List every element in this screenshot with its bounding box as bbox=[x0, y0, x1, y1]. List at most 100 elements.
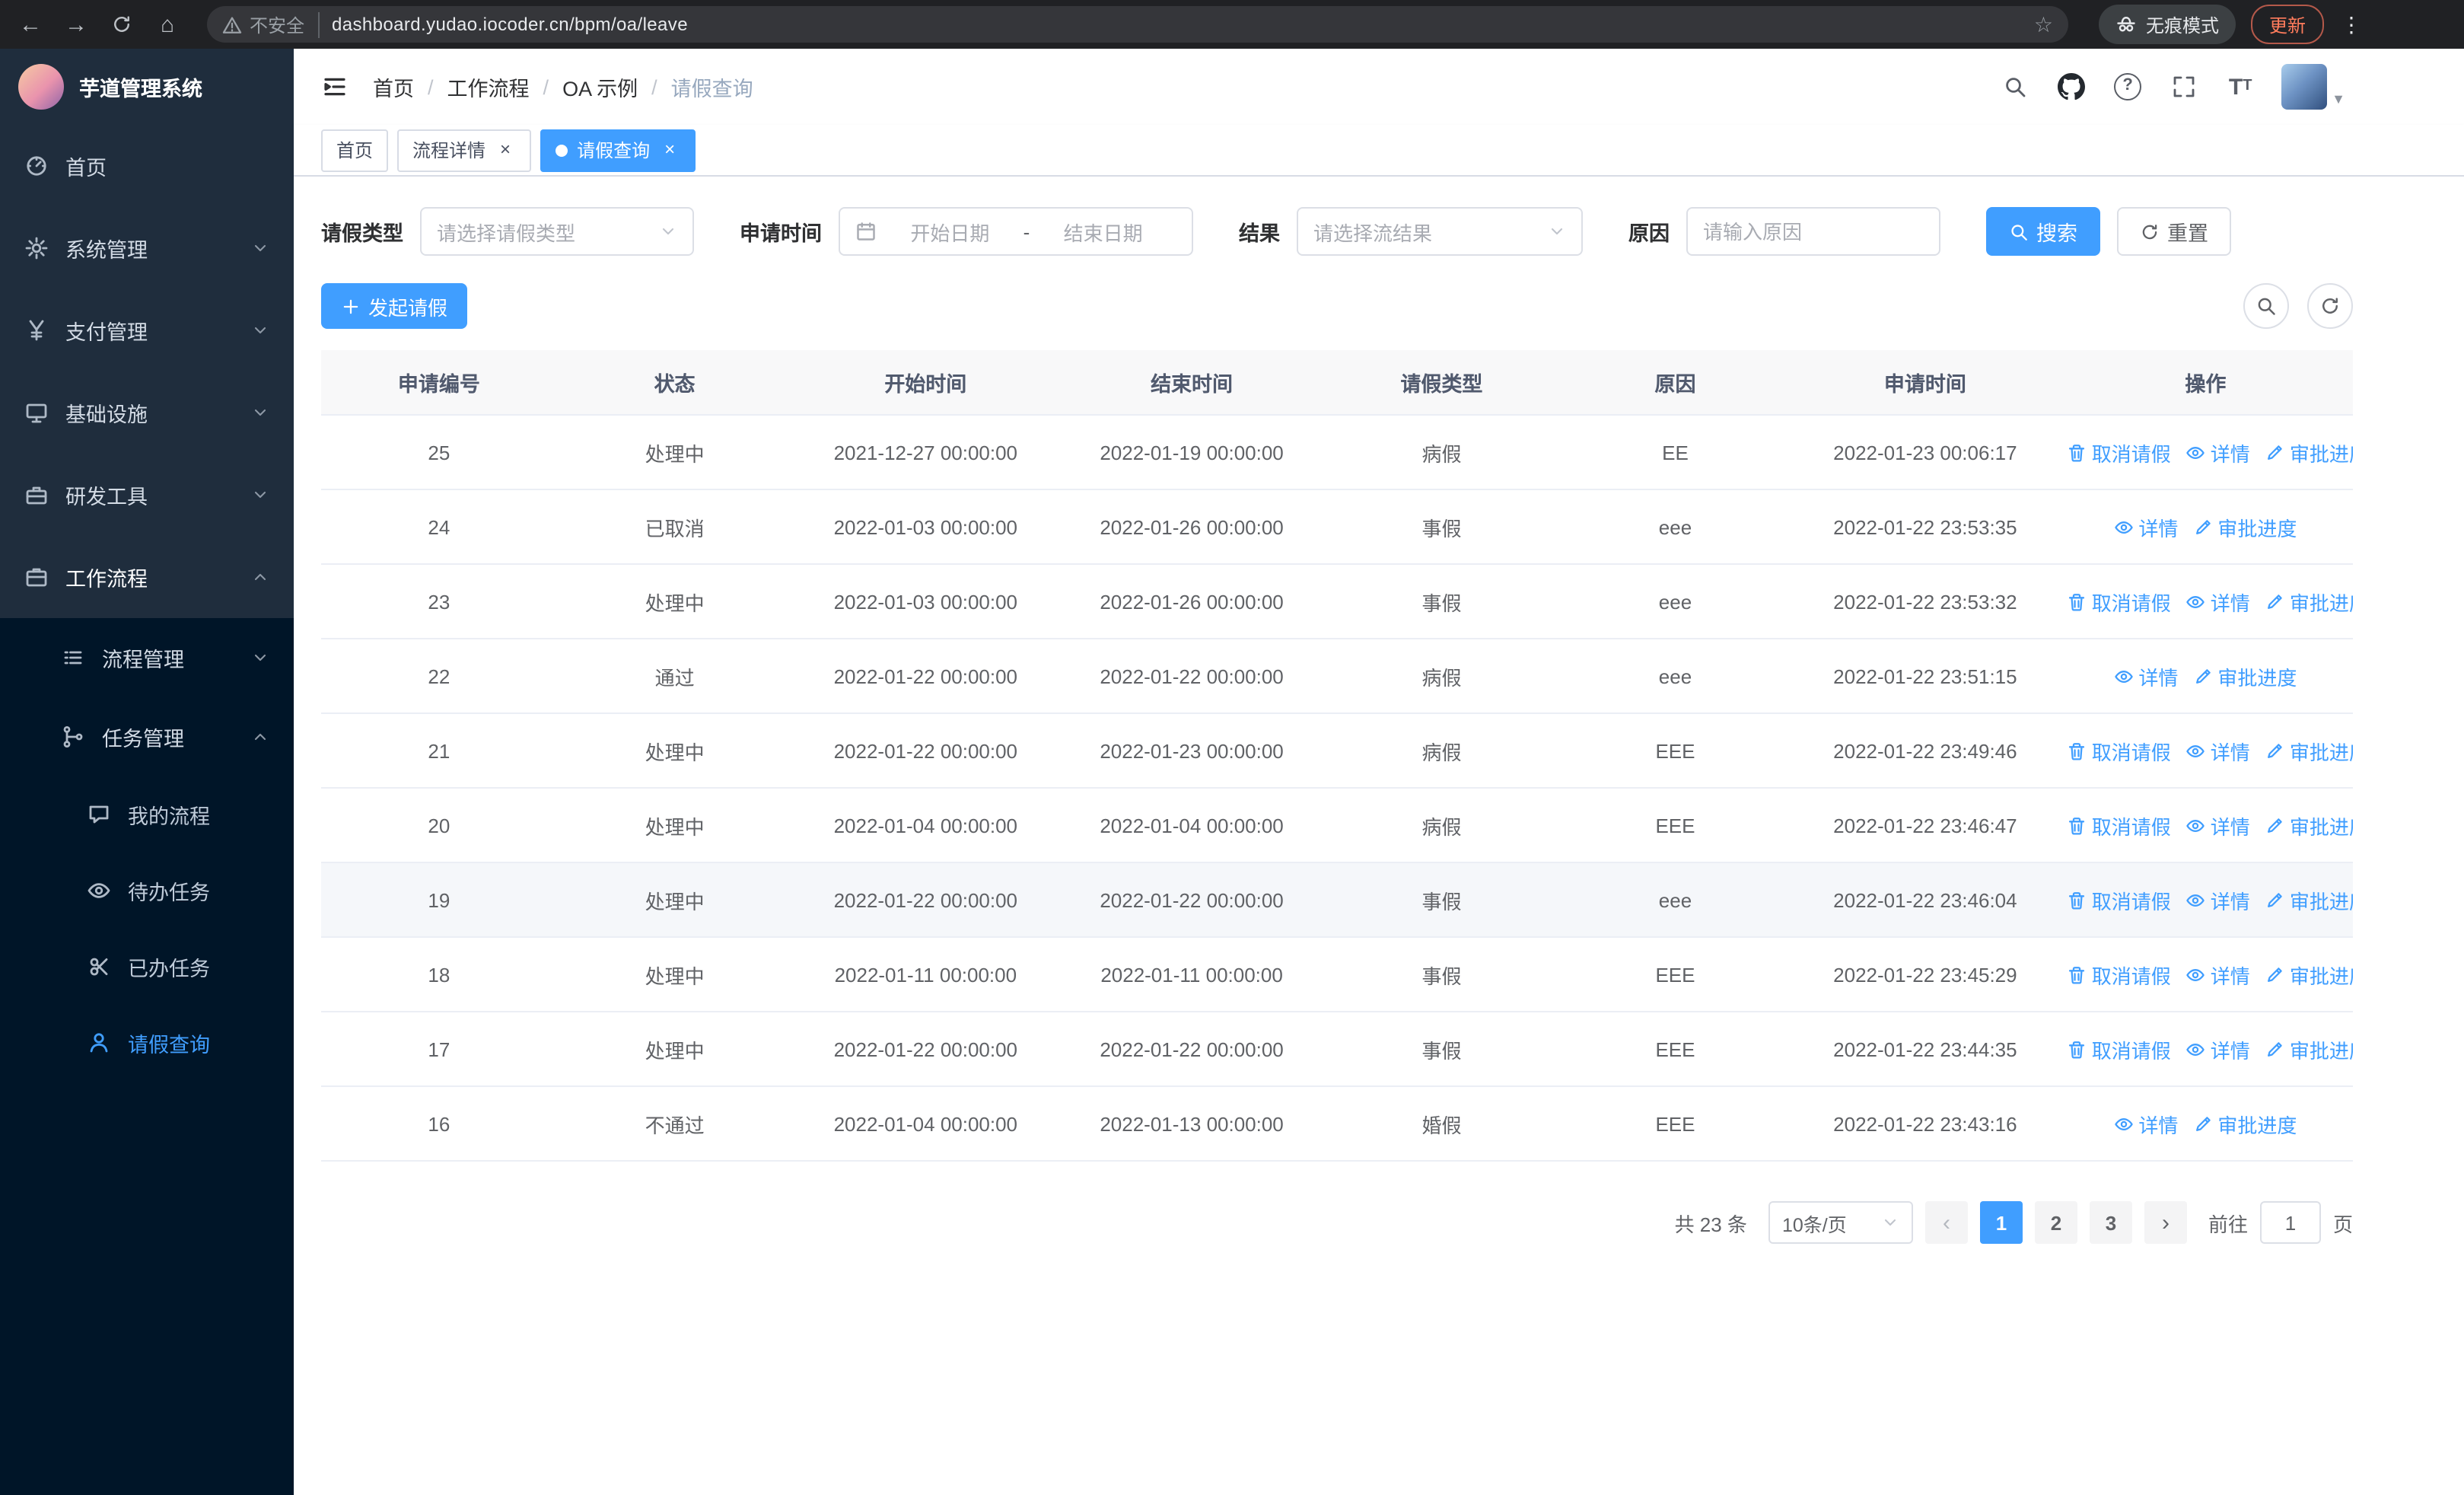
url-text[interactable]: dashboard.yudao.iocoder.cn/bpm/oa/leave bbox=[332, 14, 2022, 35]
sidebar-item-done-tasks[interactable]: 已办任务 bbox=[0, 929, 294, 1005]
close-icon[interactable]: × bbox=[495, 139, 516, 161]
goto-page-input[interactable] bbox=[2259, 1201, 2321, 1244]
approval-progress-link[interactable]: 审批进度 bbox=[2265, 1034, 2353, 1063]
page-button-2[interactable]: 2 bbox=[2034, 1201, 2077, 1244]
reset-button[interactable]: 重置 bbox=[2117, 207, 2231, 256]
search-button[interactable]: 搜索 bbox=[1986, 207, 2100, 256]
close-icon[interactable]: × bbox=[659, 139, 680, 161]
detail-link[interactable]: 详情 bbox=[2186, 736, 2250, 765]
tab-leave-query[interactable]: 请假查询 × bbox=[540, 129, 696, 171]
approval-progress-link[interactable]: 审批进度 bbox=[2265, 438, 2353, 467]
search-icon[interactable] bbox=[2000, 72, 2030, 102]
approval-progress-link[interactable]: 审批进度 bbox=[2265, 885, 2353, 914]
sidebar-item-infra[interactable]: 基础设施 bbox=[0, 371, 294, 454]
yen-icon bbox=[29, 320, 44, 341]
sidebar-item-payment[interactable]: 支付管理 bbox=[0, 289, 294, 371]
row-apply-id: 16 bbox=[321, 1086, 557, 1162]
check-circle-icon bbox=[90, 958, 108, 976]
user-menu[interactable]: ▼ bbox=[2281, 64, 2345, 110]
tab-process-detail[interactable]: 流程详情 × bbox=[397, 129, 532, 171]
detail-link[interactable]: 详情 bbox=[2114, 661, 2178, 690]
cancel-leave-link[interactable]: 取消请假 bbox=[2068, 885, 2171, 914]
page-button-3[interactable]: 3 bbox=[2089, 1201, 2132, 1244]
home-icon[interactable]: ⌂ bbox=[146, 3, 189, 46]
tab-home[interactable]: 首页 bbox=[321, 129, 389, 171]
result-select[interactable]: 请选择流结果 bbox=[1297, 207, 1583, 256]
security-warning-chip[interactable]: 不安全 bbox=[222, 11, 320, 37]
approval-progress-link[interactable]: 审批进度 bbox=[2265, 736, 2353, 765]
cancel-leave-link[interactable]: 取消请假 bbox=[2068, 960, 2171, 989]
kebab-menu-icon[interactable]: ⋮ bbox=[2336, 11, 2367, 37]
breadcrumb-oa[interactable]: OA 示例 bbox=[562, 72, 638, 102]
reason-input[interactable] bbox=[1686, 207, 1940, 256]
approval-progress-link[interactable]: 审批进度 bbox=[2265, 960, 2353, 989]
apply-time-range-picker[interactable]: 开始日期 - 结束日期 bbox=[839, 207, 1193, 256]
help-icon[interactable]: ? bbox=[2112, 72, 2143, 102]
sidebar-toggle-icon[interactable] bbox=[309, 61, 361, 113]
detail-link[interactable]: 详情 bbox=[2186, 1034, 2250, 1063]
monitor-icon bbox=[26, 403, 47, 423]
detail-link[interactable]: 详情 bbox=[2186, 811, 2250, 840]
detail-link[interactable]: 详情 bbox=[2186, 438, 2250, 467]
row-actions: 取消请假详情审批进度 bbox=[2058, 862, 2353, 938]
sidebar-item-todo-tasks[interactable]: 待办任务 bbox=[0, 853, 294, 929]
toggle-search-button[interactable] bbox=[2243, 283, 2289, 329]
detail-link[interactable]: 详情 bbox=[2186, 885, 2250, 914]
leave-type-label: 请假类型 bbox=[321, 222, 403, 245]
row-end-time: 2022-01-22 00:00:00 bbox=[1059, 862, 1325, 938]
prev-page-button[interactable]: ‹ bbox=[1924, 1201, 1968, 1244]
detail-link[interactable]: 详情 bbox=[2114, 1109, 2178, 1138]
create-leave-button[interactable]: 发起请假 bbox=[321, 283, 468, 329]
approval-progress-link[interactable]: 审批进度 bbox=[2265, 811, 2353, 840]
sidebar-item-process-mgmt[interactable]: 流程管理 bbox=[0, 618, 294, 697]
delete-icon bbox=[2069, 817, 2085, 834]
sidebar-item-task-mgmt[interactable]: 任务管理 bbox=[0, 697, 294, 776]
address-bar[interactable]: 不安全 dashboard.yudao.iocoder.cn/bpm/oa/le… bbox=[207, 6, 2068, 43]
sidebar-item-home[interactable]: 首页 bbox=[0, 125, 294, 207]
sidebar-item-leave-query[interactable]: 请假查询 bbox=[0, 1005, 294, 1081]
row-apply-time: 2022-01-22 23:53:32 bbox=[1792, 564, 2058, 639]
github-icon[interactable] bbox=[2056, 72, 2087, 102]
font-size-icon[interactable]: TT bbox=[2225, 72, 2255, 102]
reload-icon[interactable] bbox=[100, 3, 143, 46]
eye-icon bbox=[2115, 670, 2134, 682]
approval-progress-link[interactable]: 审批进度 bbox=[2193, 512, 2297, 541]
approval-progress-link[interactable]: 审批进度 bbox=[2193, 1109, 2297, 1138]
page-size-select[interactable]: 10条/页 bbox=[1768, 1201, 1913, 1244]
breadcrumb-workflow[interactable]: 工作流程 bbox=[447, 72, 530, 102]
app-logo[interactable]: 芋道管理系统 bbox=[0, 49, 294, 125]
detail-link[interactable]: 详情 bbox=[2186, 587, 2250, 616]
leave-type-select[interactable]: 请选择请假类型 bbox=[420, 207, 694, 256]
breadcrumb-home[interactable]: 首页 bbox=[373, 72, 414, 102]
refresh-table-button[interactable] bbox=[2307, 283, 2353, 329]
forward-icon[interactable]: → bbox=[55, 3, 97, 46]
star-icon[interactable]: ☆ bbox=[2034, 11, 2053, 37]
row-reason: eee bbox=[1558, 639, 1792, 714]
update-button[interactable]: 更新 bbox=[2250, 5, 2324, 44]
page-button-1[interactable]: 1 bbox=[1979, 1201, 2023, 1244]
sidebar-item-system[interactable]: 系统管理 bbox=[0, 207, 294, 289]
update-label: 更新 bbox=[2268, 14, 2306, 36]
detail-link[interactable]: 详情 bbox=[2186, 960, 2250, 989]
fullscreen-icon[interactable] bbox=[2169, 72, 2199, 102]
detail-link[interactable]: 详情 bbox=[2114, 512, 2178, 541]
cancel-leave-link[interactable]: 取消请假 bbox=[2068, 811, 2171, 840]
next-page-button[interactable]: › bbox=[2144, 1201, 2187, 1244]
cancel-leave-link[interactable]: 取消请假 bbox=[2068, 438, 2171, 467]
sidebar-item-workflow[interactable]: 工作流程 bbox=[0, 536, 294, 618]
back-icon[interactable]: ← bbox=[9, 3, 52, 46]
search-icon bbox=[2011, 224, 2027, 240]
sidebar-item-devtools[interactable]: 研发工具 bbox=[0, 454, 294, 536]
cancel-leave-link[interactable]: 取消请假 bbox=[2068, 587, 2171, 616]
col-leave-type: 请假类型 bbox=[1324, 350, 1558, 416]
row-apply-id: 17 bbox=[321, 1012, 557, 1087]
row-leave-type: 病假 bbox=[1324, 788, 1558, 863]
row-apply-id: 25 bbox=[321, 415, 557, 490]
cancel-leave-link[interactable]: 取消请假 bbox=[2068, 736, 2171, 765]
approval-progress-link[interactable]: 审批进度 bbox=[2265, 587, 2353, 616]
approval-progress-link[interactable]: 审批进度 bbox=[2193, 661, 2297, 690]
sidebar-item-my-process[interactable]: 我的流程 bbox=[0, 776, 294, 853]
sidebar-item-label: 待办任务 bbox=[128, 881, 210, 904]
row-end-time: 2022-01-26 00:00:00 bbox=[1059, 489, 1325, 565]
cancel-leave-link[interactable]: 取消请假 bbox=[2068, 1034, 2171, 1063]
